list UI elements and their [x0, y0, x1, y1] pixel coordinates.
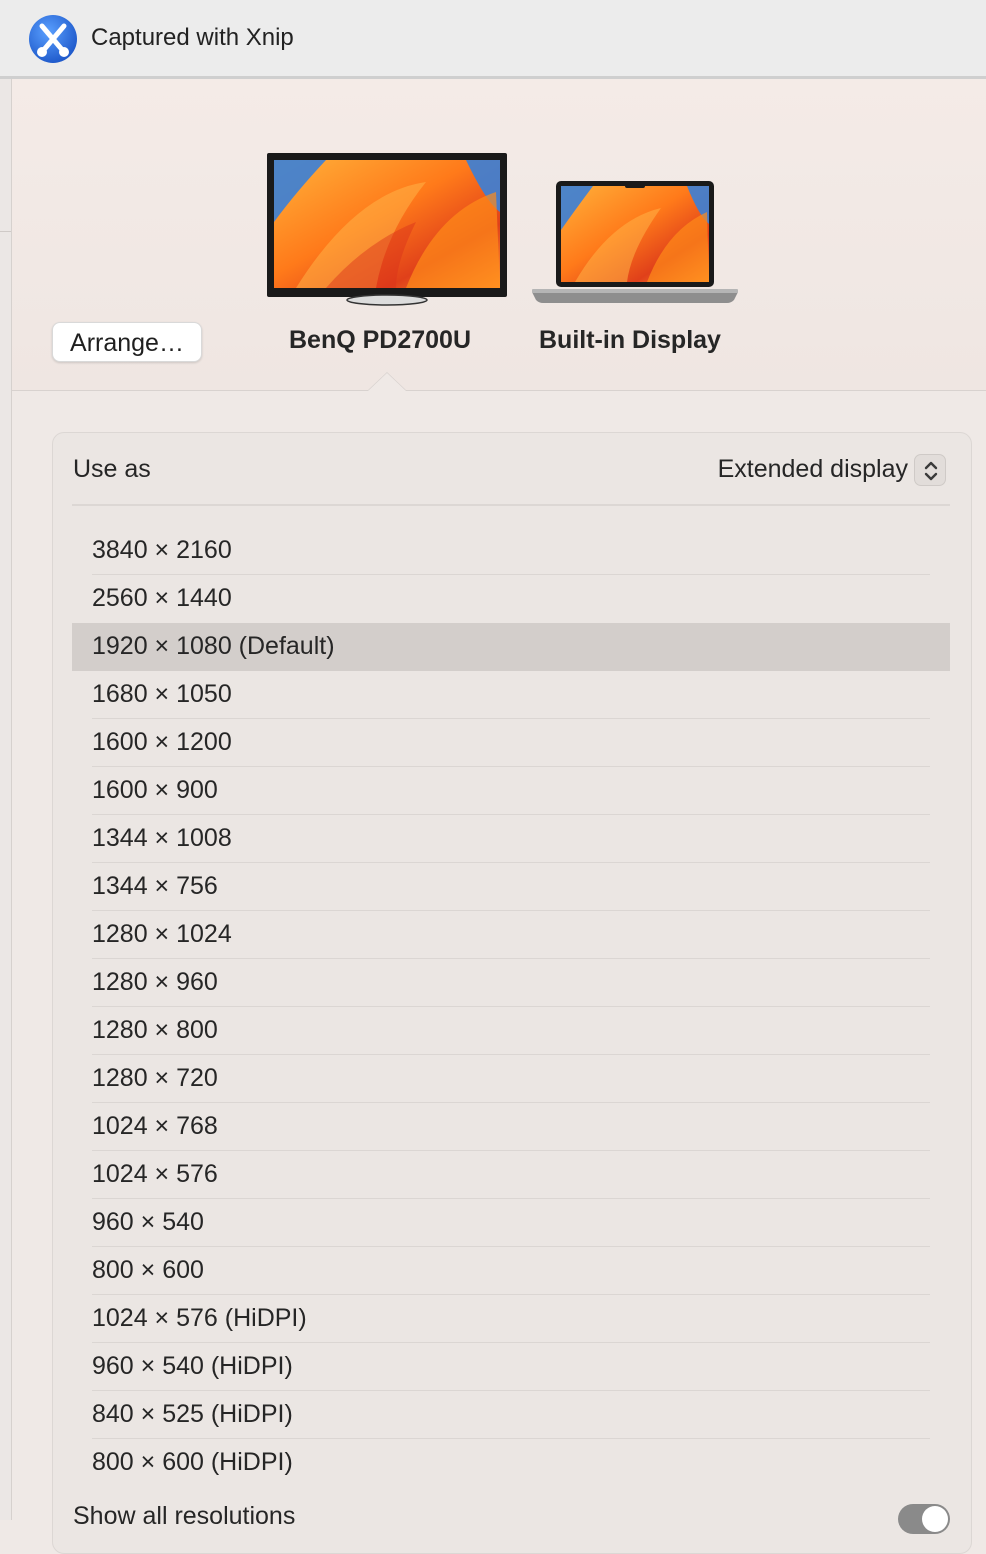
- resolution-option[interactable]: 1024 × 576 (HiDPI): [72, 1295, 950, 1343]
- panel-divider: [72, 504, 950, 506]
- resolution-option[interactable]: 1680 × 1050: [72, 671, 950, 719]
- resolution-label: 1344 × 756: [92, 872, 218, 900]
- resolution-label: 1280 × 1024: [92, 920, 232, 948]
- resolution-option[interactable]: 800 × 600 (HiDPI): [72, 1439, 950, 1487]
- use-as-stepper[interactable]: [914, 454, 946, 486]
- resolution-option[interactable]: 3840 × 2160: [72, 527, 950, 575]
- resolution-option[interactable]: 960 × 540: [72, 1199, 950, 1247]
- resolution-option[interactable]: 1280 × 960: [72, 959, 950, 1007]
- resolution-option[interactable]: 1920 × 1080 (Default): [72, 623, 950, 671]
- resolution-option[interactable]: 960 × 540 (HiDPI): [72, 1343, 950, 1391]
- resolution-label: 2560 × 1440: [92, 584, 232, 612]
- chevron-up-down-icon: [924, 461, 938, 481]
- resolution-label: 1920 × 1080 (Default): [92, 632, 335, 660]
- resolution-label: 1600 × 900: [92, 776, 218, 804]
- sidebar-divider: [0, 231, 11, 232]
- resolution-option[interactable]: 840 × 525 (HiDPI): [72, 1391, 950, 1439]
- selection-notch: [368, 373, 406, 391]
- external-monitor-icon[interactable]: [266, 152, 508, 306]
- resolution-option[interactable]: 1344 × 1008: [72, 815, 950, 863]
- resolution-label: 1024 × 768: [92, 1112, 218, 1140]
- arrange-button[interactable]: Arrange…: [52, 322, 202, 362]
- resolution-label: 800 × 600 (HiDPI): [92, 1448, 293, 1476]
- resolution-label: 1024 × 576: [92, 1160, 218, 1188]
- resolution-option[interactable]: 1024 × 576: [72, 1151, 950, 1199]
- resolution-option[interactable]: 1280 × 1024: [72, 911, 950, 959]
- toggle-knob: [922, 1506, 948, 1532]
- xnip-titlebar: Captured with Xnip: [0, 0, 986, 79]
- display-label-built-in[interactable]: Built-in Display: [539, 326, 721, 355]
- sidebar-edge: [0, 79, 12, 1520]
- use-as-popup[interactable]: Extended display: [718, 455, 908, 484]
- resolution-label: 1280 × 800: [92, 1016, 218, 1044]
- show-all-resolutions-toggle[interactable]: [898, 1504, 950, 1534]
- resolution-label: 960 × 540: [92, 1208, 204, 1236]
- resolution-label: 1280 × 720: [92, 1064, 218, 1092]
- resolution-option[interactable]: 1280 × 800: [72, 1007, 950, 1055]
- resolution-option[interactable]: 800 × 600: [72, 1247, 950, 1295]
- resolution-option[interactable]: 2560 × 1440: [72, 575, 950, 623]
- resolution-label: 840 × 525 (HiDPI): [92, 1400, 293, 1428]
- resolution-label: 1680 × 1050: [92, 680, 232, 708]
- resolution-label: 1280 × 960: [92, 968, 218, 996]
- resolution-label: 800 × 600: [92, 1256, 204, 1284]
- resolution-label: 1344 × 1008: [92, 824, 232, 852]
- display-label-benq[interactable]: BenQ PD2700U: [289, 326, 471, 355]
- resolution-label: 1024 × 576 (HiDPI): [92, 1304, 307, 1332]
- use-as-label: Use as: [73, 455, 151, 483]
- laptop-icon[interactable]: [531, 180, 739, 304]
- resolution-option[interactable]: 1600 × 900: [72, 767, 950, 815]
- titlebar-title: Captured with Xnip: [91, 24, 294, 51]
- xnip-logo-icon: [29, 15, 77, 63]
- show-all-resolutions-label: Show all resolutions: [73, 1502, 296, 1530]
- resolution-option[interactable]: 1344 × 756: [72, 863, 950, 911]
- resolution-label: 1600 × 1200: [92, 728, 232, 756]
- resolution-label: 960 × 540 (HiDPI): [92, 1352, 293, 1380]
- resolution-option[interactable]: 1024 × 768: [72, 1103, 950, 1151]
- resolution-list: 3840 × 2160 2560 × 1440 1920 × 1080 (Defau…: [72, 527, 950, 1487]
- resolution-label: 3840 × 2160: [92, 536, 232, 564]
- resolution-option[interactable]: 1600 × 1200: [72, 719, 950, 767]
- resolution-option[interactable]: 1280 × 720: [72, 1055, 950, 1103]
